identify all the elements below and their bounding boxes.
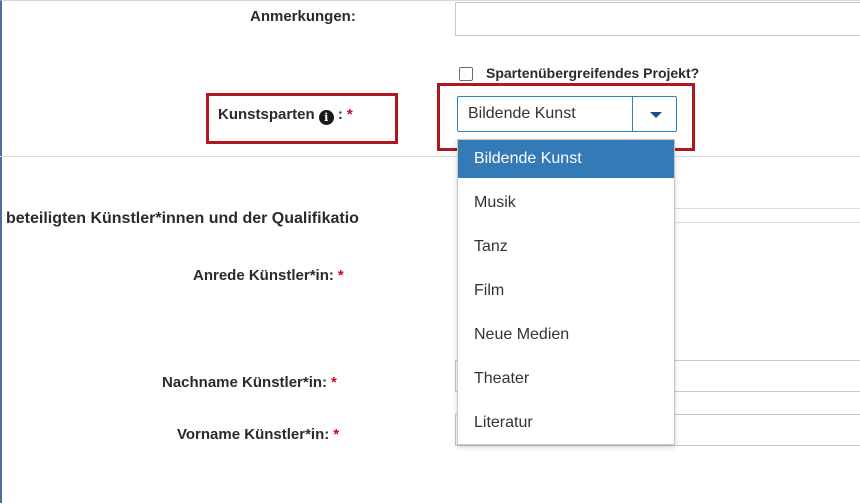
spartenuebergreifend-checkbox[interactable] <box>459 67 473 81</box>
divider <box>0 156 860 157</box>
kunstsparten-label-row: Kunstsparten i : * <box>218 106 353 125</box>
anrede-label-row: Anrede Künstler*in: * <box>193 267 344 284</box>
section-divider <box>675 222 860 223</box>
anmerkungen-label: Anmerkungen: <box>250 8 356 25</box>
required-mark: * <box>331 374 337 391</box>
dropdown-option-literatur[interactable]: Literatur <box>458 404 674 442</box>
nachname-label-row: Nachname Künstler*in: * <box>162 374 337 391</box>
anmerkungen-field[interactable] <box>455 2 860 36</box>
required-mark: * <box>346 106 353 123</box>
dropdown-option-musik[interactable]: Musik <box>458 184 674 222</box>
anrede-label: Anrede Künstler*in: <box>193 267 334 284</box>
vorname-label: Vorname Künstler*in: <box>177 426 330 443</box>
kunstsparten-dropdown-list: Bildende Kunst Musik Tanz Film Neue Medi… <box>457 139 675 445</box>
required-mark: * <box>333 426 340 443</box>
nachname-label: Nachname Künstler*in: <box>162 374 328 391</box>
dropdown-option-theater[interactable]: Theater <box>458 360 674 398</box>
spartenuebergreifend-label: Spartenübergreifendes Projekt? <box>486 65 700 81</box>
vorname-label-row: Vorname Künstler*in: * <box>177 426 339 443</box>
dropdown-option-film[interactable]: Film <box>458 272 674 310</box>
section-divider <box>675 208 860 209</box>
info-icon[interactable]: i <box>318 110 334 125</box>
colon: : <box>337 106 343 123</box>
dropdown-option-tanz[interactable]: Tanz <box>458 228 674 266</box>
kunstsparten-label: Kunstsparten <box>218 106 315 123</box>
dropdown-option-bildende-kunst[interactable]: Bildende Kunst <box>458 140 674 178</box>
required-mark: * <box>337 267 344 284</box>
dropdown-option-neue-medien[interactable]: Neue Medien <box>458 316 674 354</box>
section-heading: beteiligten Künstler*innen und der Quali… <box>6 210 359 227</box>
